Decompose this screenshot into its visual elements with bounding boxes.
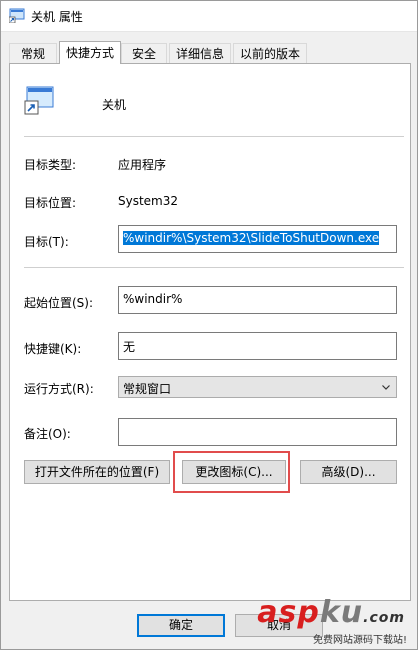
open-file-location-label: 打开文件所在的位置(F) — [34, 465, 160, 479]
watermark-subtitle: 免费网站源码下载站! — [312, 635, 407, 646]
shortcut-name: 关机 — [102, 98, 127, 112]
cancel-label: 取消 — [266, 618, 291, 632]
watermark-tld: .com — [363, 610, 405, 626]
comment-input[interactable] — [118, 418, 397, 446]
ok-label: 确定 — [168, 618, 193, 632]
tab-label: 详细信息 — [175, 47, 224, 61]
tab-strip: 常规 快捷方式 安全 详细信息 以前的版本 — [9, 41, 411, 64]
tab-label: 以前的版本 — [239, 47, 300, 61]
tab-label: 快捷方式 — [65, 46, 114, 60]
shortcut-icon — [24, 86, 54, 115]
run-label: 运行方式(R): — [24, 382, 94, 396]
advanced-button[interactable]: 高级(D)... — [300, 460, 397, 484]
target-input[interactable]: %windir%\System32\SlideToShutDown.exe — [118, 225, 397, 253]
target-location-label: 目标位置: — [24, 196, 77, 210]
tab-security[interactable]: 安全 — [121, 43, 167, 63]
tab-label: 常规 — [20, 47, 45, 61]
shortcut-key-input-value: 无 — [123, 340, 136, 354]
shortcut-key-input[interactable]: 无 — [118, 332, 397, 360]
ok-button[interactable]: 确定 — [137, 614, 225, 637]
target-location-value: System32 — [118, 194, 179, 208]
tab-shortcut[interactable]: 快捷方式 — [59, 41, 121, 64]
tab-label: 安全 — [131, 47, 156, 61]
chevron-down-icon — [382, 385, 390, 390]
window-title: 关机 属性 — [31, 10, 83, 24]
start-in-label: 起始位置(S): — [24, 296, 94, 310]
change-icon-label: 更改图标(C)... — [195, 465, 273, 479]
target-type-label: 目标类型: — [24, 158, 77, 172]
target-label: 目标(T): — [24, 235, 69, 249]
tab-general[interactable]: 常规 — [9, 43, 57, 63]
title-bar[interactable]: 关机 属性 — [1, 1, 417, 32]
comment-label: 备注(O): — [24, 427, 71, 441]
shortcut-key-label: 快捷键(K): — [24, 342, 82, 356]
run-select-value: 常规窗口 — [123, 382, 172, 396]
tab-panel: 关机 目标类型: 应用程序 目标位置: System32 目标(T): %win… — [9, 63, 411, 601]
run-select[interactable]: 常规窗口 — [118, 376, 397, 398]
target-type-value: 应用程序 — [118, 158, 167, 172]
change-icon-button[interactable]: 更改图标(C)... — [182, 460, 286, 484]
target-input-value: %windir%\System32\SlideToShutDown.exe — [123, 231, 380, 245]
start-in-input[interactable]: %windir% — [118, 286, 397, 314]
open-file-location-button[interactable]: 打开文件所在的位置(F) — [24, 460, 170, 484]
start-in-input-value: %windir% — [123, 292, 183, 306]
shortcut-icon — [9, 8, 25, 23]
properties-dialog: 关机 属性 常规 快捷方式 安全 详细信息 以前的版本 关机 目标类型: 应用程… — [0, 0, 418, 650]
separator — [24, 267, 404, 268]
tab-details[interactable]: 详细信息 — [169, 43, 231, 63]
cancel-button[interactable]: 取消 — [235, 614, 323, 637]
separator — [24, 136, 404, 137]
advanced-label: 高级(D)... — [321, 465, 376, 479]
tab-previous-versions[interactable]: 以前的版本 — [233, 43, 307, 63]
